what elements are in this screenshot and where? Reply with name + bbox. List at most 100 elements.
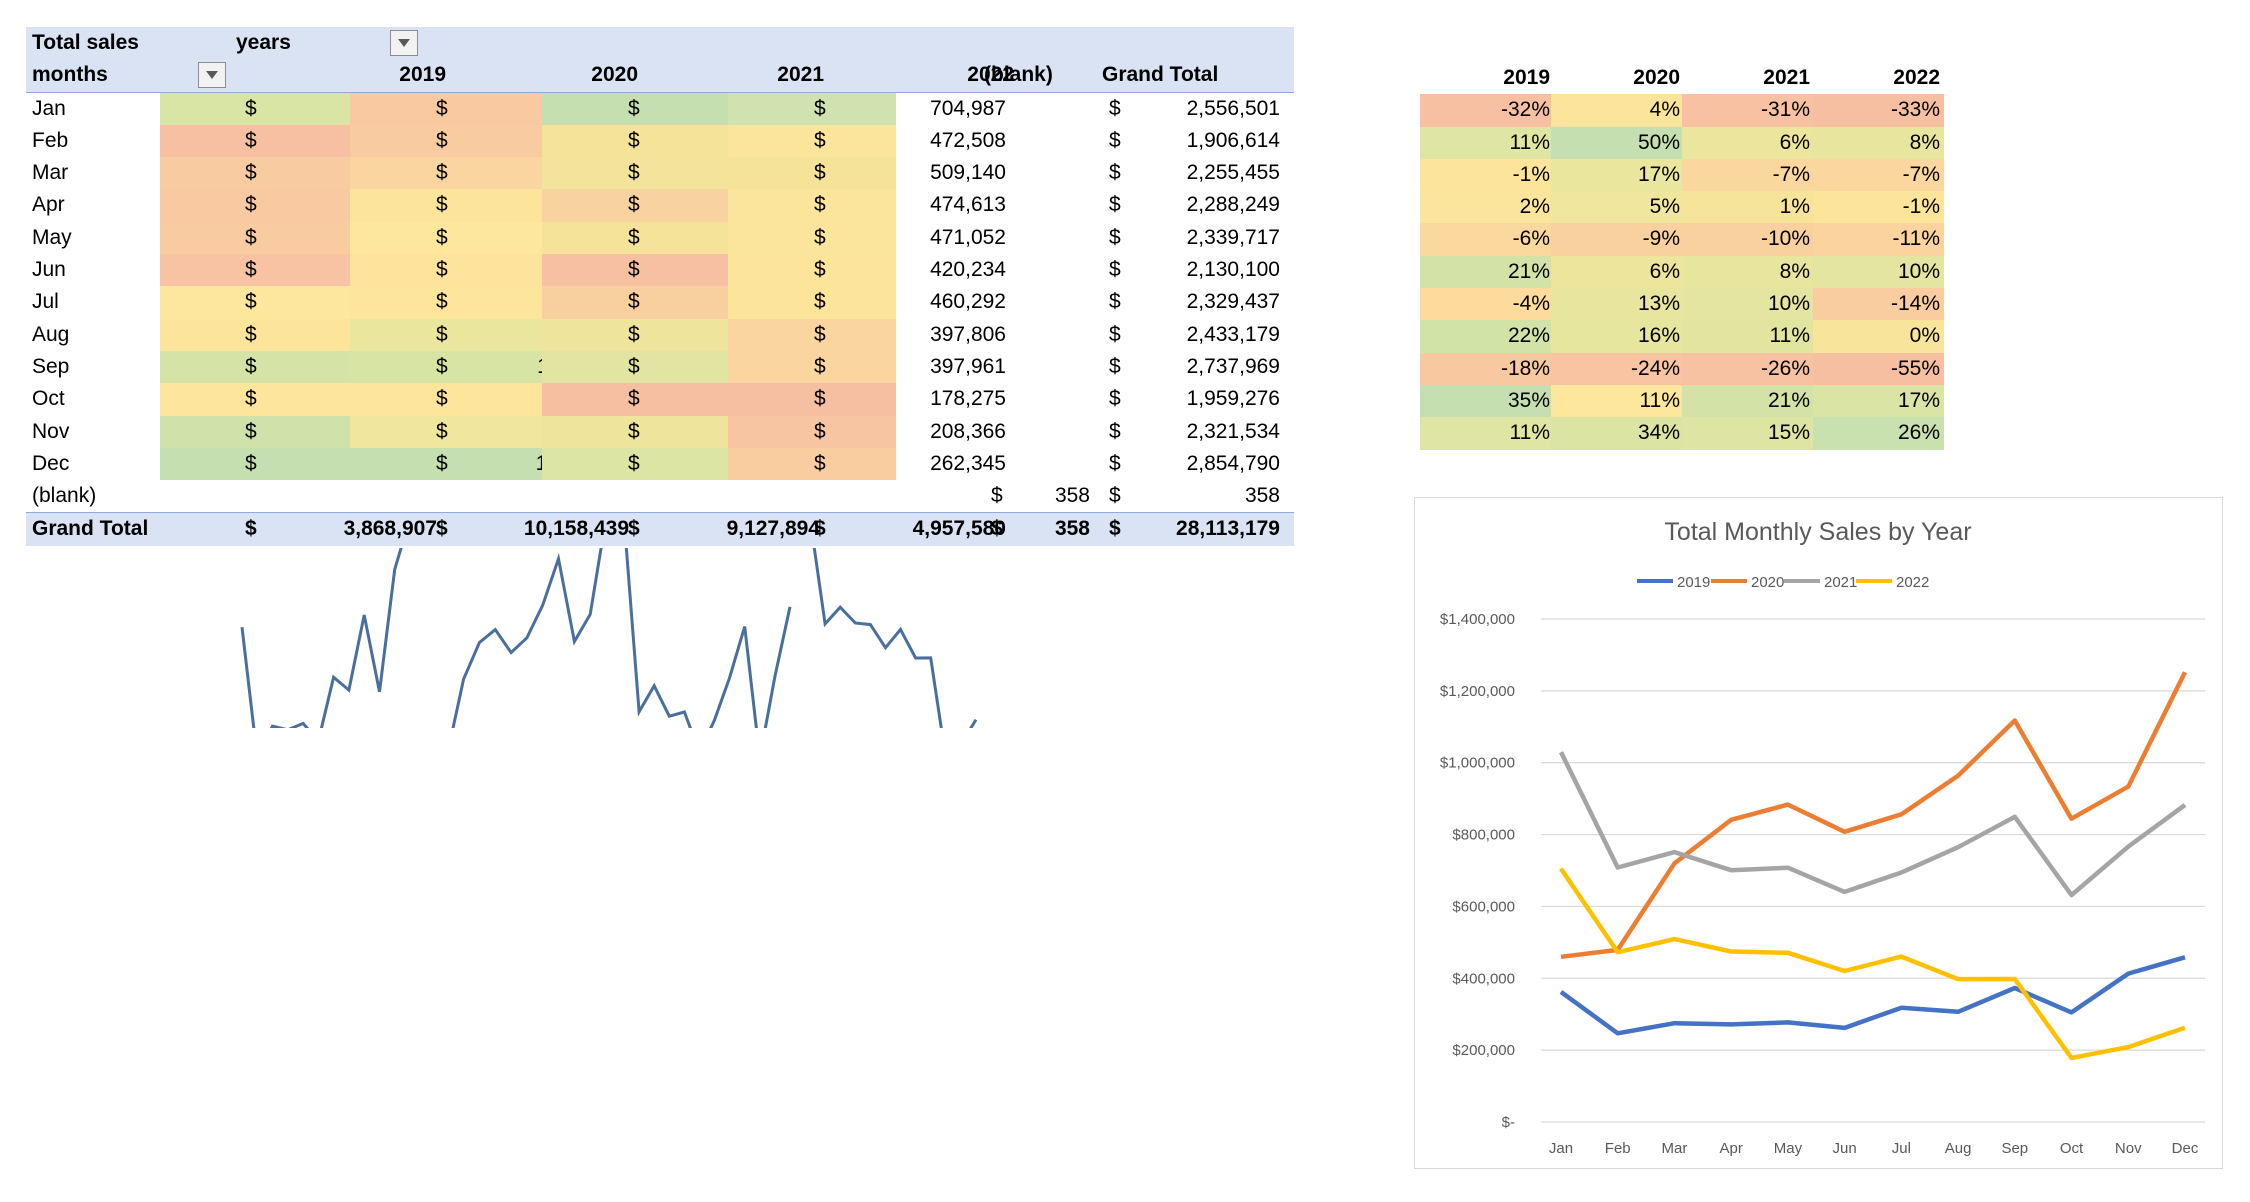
pct-cell[interactable]: -32% [1501, 94, 1550, 126]
row-label[interactable]: Apr [32, 189, 65, 221]
year-header[interactable]: 2021 [777, 59, 824, 91]
row-label[interactable]: Jun [32, 254, 66, 286]
pct-cell[interactable]: 11% [1640, 385, 1680, 417]
value-cell[interactable]: 704,987 [930, 93, 1006, 125]
pct-cell[interactable]: 6% [1780, 127, 1810, 159]
pct-cell[interactable]: 1% [1780, 191, 1810, 223]
row-label[interactable]: Mar [32, 157, 68, 189]
pct-cell[interactable]: 34% [1638, 417, 1680, 449]
grand-total-cell[interactable]: 2,854,790 [1187, 448, 1280, 480]
total-cell[interactable]: 3,868,907 [344, 513, 437, 545]
pct-cell[interactable]: -4% [1513, 288, 1550, 320]
line-chart-frame[interactable]: Total Monthly Sales by Year 2019 2020 2021 2… [1414, 497, 2223, 1169]
value-cell[interactable]: 460,292 [930, 286, 1006, 318]
pct-cell[interactable]: 17% [1898, 385, 1940, 417]
pct-cell[interactable]: 11% [1510, 127, 1550, 159]
value-cell[interactable]: 178,275 [930, 383, 1006, 415]
value-cell[interactable]: 262,345 [930, 448, 1006, 480]
pct-cell[interactable]: -1% [1513, 159, 1550, 191]
grand-total-cell[interactable]: 2,737,969 [1187, 351, 1280, 383]
value-cell[interactable]: 472,508 [930, 125, 1006, 157]
grand-total-cell[interactable]: 2,130,100 [1187, 254, 1280, 286]
row-label[interactable]: May [32, 222, 72, 254]
grand-total-cell[interactable]: 2,339,717 [1187, 222, 1280, 254]
pct-cell[interactable]: 16% [1638, 320, 1680, 352]
grand-total-cell[interactable]: 2,321,534 [1187, 416, 1280, 448]
row-label[interactable]: Jul [32, 286, 59, 318]
years-filter-dropdown-icon[interactable] [390, 30, 418, 56]
value-cell[interactable]: 471,052 [930, 222, 1006, 254]
pct-cell[interactable]: 35% [1508, 385, 1550, 417]
pct-cell[interactable]: -33% [1891, 94, 1940, 126]
value-cell[interactable]: 397,806 [930, 319, 1006, 351]
total-cell[interactable]: 9,127,894 [727, 513, 820, 545]
pct-cell[interactable]: 8% [1780, 256, 1810, 288]
value-cell[interactable]: 208,366 [930, 416, 1006, 448]
grand-total-cell[interactable]: 2,329,437 [1187, 286, 1280, 318]
grand-total-cell[interactable]: 28,113,179 [1176, 513, 1280, 545]
pct-cell[interactable]: 17% [1638, 159, 1680, 191]
pct-cell[interactable]: 4% [1650, 94, 1680, 126]
pct-cell[interactable]: 22% [1508, 320, 1550, 352]
pct-cell[interactable]: 8% [1910, 127, 1940, 159]
grand-total-cell[interactable]: 1,906,614 [1187, 125, 1280, 157]
pct-cell[interactable]: 0% [1910, 320, 1940, 352]
value-cell[interactable]: 420,234 [930, 254, 1006, 286]
year-header[interactable]: 2019 [399, 59, 446, 91]
grand-total-cell[interactable]: 2,288,249 [1187, 189, 1280, 221]
currency-symbol: $ [245, 517, 257, 541]
pct-cell[interactable]: -24% [1631, 353, 1680, 385]
pct-cell[interactable]: 2% [1520, 191, 1550, 223]
pct-cell[interactable]: -11% [1893, 223, 1940, 255]
row-label[interactable]: Dec [32, 448, 69, 480]
pct-cell[interactable]: 50% [1638, 127, 1680, 159]
total-cell[interactable]: 358 [1055, 513, 1090, 545]
pct-cell[interactable]: -10% [1761, 223, 1810, 255]
pct-cell[interactable]: -7% [1903, 159, 1940, 191]
pct-cell[interactable]: 15% [1768, 417, 1810, 449]
grand-total-cell[interactable]: 1,959,276 [1187, 383, 1280, 415]
grand-total-cell[interactable]: 2,433,179 [1187, 319, 1280, 351]
currency-symbol: $ [1109, 419, 1121, 443]
pct-cell[interactable]: -7% [1773, 159, 1810, 191]
pct-cell[interactable]: 10% [1898, 256, 1940, 288]
blank-col-header[interactable]: (blank) [984, 59, 1053, 91]
pct-row: -4% 13% 10% -14% [1420, 288, 1944, 321]
pct-row: -1% 17% -7% -7% [1420, 158, 1944, 192]
value-cell[interactable]: 358 [1055, 480, 1090, 512]
value-cell[interactable]: 474,613 [930, 189, 1006, 221]
pct-cell[interactable]: 26% [1898, 417, 1940, 449]
grand-total-cell[interactable]: 2,255,455 [1187, 157, 1280, 189]
grand-total-cell[interactable]: 2,556,501 [1187, 93, 1280, 125]
pct-cell[interactable]: -1% [1903, 191, 1940, 223]
row-label[interactable]: Aug [32, 319, 69, 351]
pct-cell[interactable]: 13% [1638, 288, 1680, 320]
currency-symbol: $ [628, 290, 640, 314]
pct-cell[interactable]: -6% [1513, 223, 1550, 255]
grand-total-cell[interactable]: 358 [1245, 480, 1280, 512]
pct-cell[interactable]: 6% [1650, 256, 1680, 288]
pct-cell[interactable]: -26% [1761, 353, 1810, 385]
pct-cell[interactable]: 11% [1510, 417, 1550, 449]
pct-cell[interactable]: -31% [1761, 94, 1810, 126]
pct-cell[interactable]: -18% [1501, 353, 1550, 385]
row-label[interactable]: Jan [32, 93, 66, 125]
pct-cell[interactable]: -14% [1891, 288, 1940, 320]
pct-cell[interactable]: 5% [1650, 191, 1680, 223]
value-cell[interactable]: 509,140 [930, 157, 1006, 189]
pct-cell[interactable]: -55% [1891, 353, 1940, 385]
row-label[interactable]: Sep [32, 351, 69, 383]
row-label[interactable]: Oct [32, 383, 65, 415]
months-filter-dropdown-icon[interactable] [198, 62, 226, 89]
row-label[interactable]: Nov [32, 416, 69, 448]
row-label[interactable]: (blank) [32, 480, 96, 512]
pct-cell[interactable]: 21% [1508, 256, 1550, 288]
row-label[interactable]: Feb [32, 125, 68, 157]
year-header[interactable]: 2020 [591, 59, 638, 91]
pct-cell[interactable]: 21% [1768, 385, 1810, 417]
pct-cell[interactable]: -9% [1643, 223, 1680, 255]
pct-cell[interactable]: 10% [1768, 288, 1810, 320]
pct-cell[interactable]: 11% [1770, 320, 1810, 352]
total-cell[interactable]: 10,158,439 [524, 513, 629, 545]
value-cell[interactable]: 397,961 [930, 351, 1006, 383]
